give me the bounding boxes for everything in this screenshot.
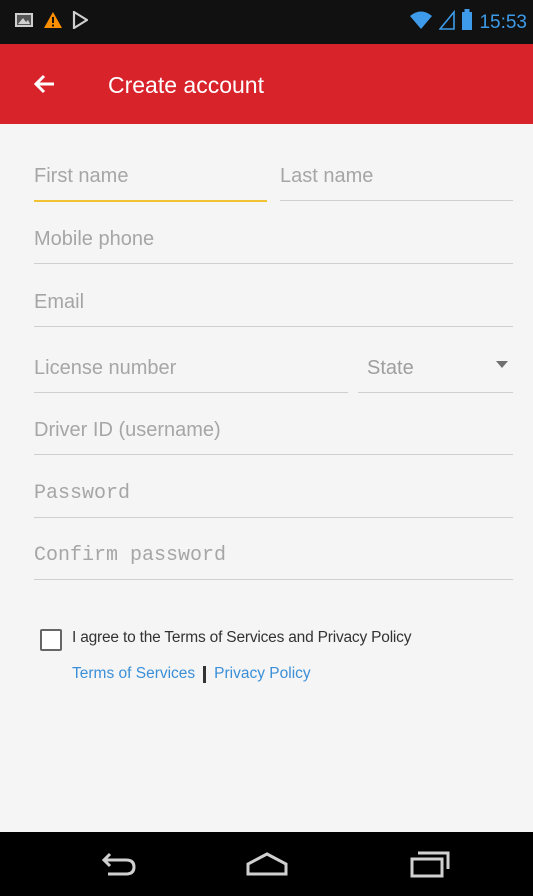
status-bar: 15:53 <box>0 0 533 44</box>
nav-recents-button[interactable] <box>402 846 458 882</box>
create-account-form: State I agree to the Terms of Services a… <box>0 124 533 832</box>
agree-label: I agree to the Terms of Services and Pri… <box>72 629 412 646</box>
confirm-password-input[interactable] <box>34 537 513 573</box>
mobile-phone-field <box>34 221 513 264</box>
email-input[interactable] <box>34 284 513 320</box>
policy-links: Terms of Services Privacy Policy <box>72 665 311 683</box>
page-title: Create account <box>108 72 264 98</box>
last-name-input[interactable] <box>280 158 513 194</box>
driver-id-input[interactable] <box>34 412 513 448</box>
agree-checkbox[interactable] <box>40 629 62 651</box>
license-number-field <box>34 350 348 393</box>
gallery-icon <box>14 11 34 34</box>
warning-icon <box>43 11 63 34</box>
battery-icon <box>461 9 473 37</box>
back-button[interactable] <box>30 68 64 100</box>
nav-home-button[interactable] <box>239 846 295 882</box>
email-field <box>34 284 513 327</box>
signal-icon <box>438 9 456 36</box>
back-nav-icon <box>101 852 136 876</box>
driver-id-field <box>34 412 513 455</box>
terms-of-services-link[interactable]: Terms of Services <box>72 665 195 683</box>
state-select[interactable]: State <box>358 350 513 393</box>
privacy-policy-link[interactable]: Privacy Policy <box>214 665 310 683</box>
last-name-field <box>280 158 513 201</box>
confirm-password-field <box>34 537 513 580</box>
back-arrow-icon <box>33 74 54 94</box>
mobile-phone-input[interactable] <box>34 221 513 257</box>
dropdown-arrow-icon <box>496 361 508 368</box>
play-store-icon <box>72 10 90 34</box>
password-input[interactable] <box>34 475 513 511</box>
recents-nav-icon <box>410 851 450 878</box>
home-nav-icon <box>246 852 288 876</box>
link-separator <box>203 665 207 683</box>
first-name-field <box>34 158 267 202</box>
first-name-input[interactable] <box>34 158 267 194</box>
navigation-bar <box>0 832 533 896</box>
status-bar-right-icons: 15:53 <box>409 9 527 37</box>
license-number-input[interactable] <box>34 350 348 386</box>
password-field <box>34 475 513 518</box>
nav-back-button[interactable] <box>90 846 146 882</box>
state-selected-value: State <box>367 357 414 379</box>
wifi-icon <box>409 10 433 36</box>
status-bar-left-icons <box>14 10 90 34</box>
app-bar: Create account <box>0 44 533 124</box>
status-time: 15:53 <box>479 12 527 33</box>
